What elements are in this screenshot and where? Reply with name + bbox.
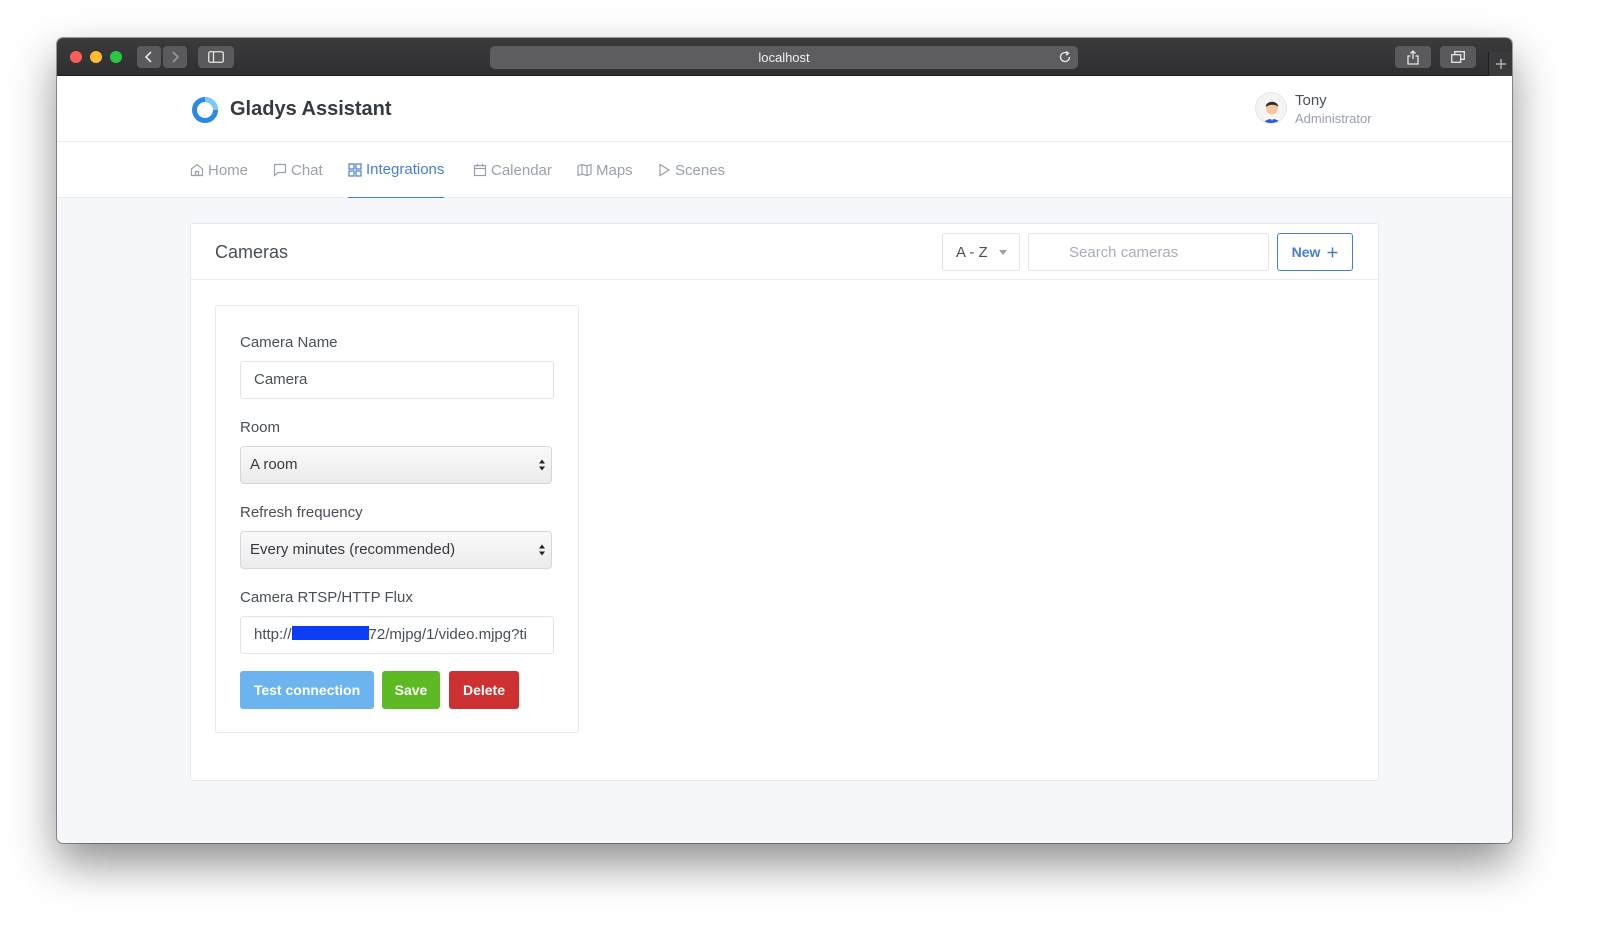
chat-icon (273, 163, 287, 177)
page-title: Cameras (215, 242, 289, 262)
grid-icon (348, 162, 362, 177)
refresh-frequency-label: Refresh frequency (240, 504, 363, 521)
nav-label: Calendar (491, 161, 552, 179)
plus-icon (1327, 247, 1338, 257)
home-icon (190, 163, 204, 177)
nav-item-maps[interactable]: Maps (577, 142, 633, 198)
app-name[interactable]: Gladys Assistant (230, 98, 392, 121)
search-input[interactable] (1028, 233, 1269, 271)
room-select[interactable]: A room (240, 446, 552, 484)
new-button-label: New (1291, 244, 1321, 260)
nav-label: Scenes (675, 161, 726, 179)
new-tab-button[interactable] (1488, 52, 1512, 76)
sidebar-toggle-button[interactable] (198, 46, 234, 68)
url-text: localhost (758, 50, 810, 65)
minimize-window-button[interactable] (90, 51, 102, 63)
nav-item-integrations[interactable]: Integrations (348, 142, 445, 198)
share-button[interactable] (1395, 46, 1431, 68)
chevron-left-icon (144, 51, 152, 63)
plus-icon (1495, 59, 1506, 69)
new-camera-button[interactable]: New (1277, 233, 1353, 271)
nav-item-calendar[interactable]: Calendar (473, 142, 552, 198)
select-arrows-icon (539, 459, 545, 471)
chevron-right-icon (172, 51, 180, 63)
card-header: Cameras A - Z New (191, 224, 1378, 280)
test-connection-button[interactable]: Test connection (240, 671, 374, 709)
room-selected-value: A room (250, 456, 298, 473)
nav-label: Home (208, 161, 249, 179)
tabs-icon (1451, 51, 1465, 63)
sort-dropdown[interactable]: A - Z (942, 233, 1020, 271)
camera-name-label: Camera Name (240, 334, 338, 351)
user-avatar[interactable] (1255, 92, 1287, 124)
avatar-icon (1263, 101, 1281, 123)
room-label: Room (240, 419, 281, 436)
nav-label: Maps (596, 161, 633, 179)
sidebar-icon (208, 51, 224, 63)
address-bar[interactable]: localhost (490, 46, 1078, 69)
refresh-frequency-select[interactable]: Every minutes (recommended) (240, 531, 552, 569)
back-button[interactable] (137, 46, 161, 68)
main-nav: Home Chat Integrations Calendar Maps Sce… (57, 142, 1512, 198)
select-arrows-icon (539, 544, 545, 556)
caret-down-icon (999, 250, 1007, 255)
sort-label: A - Z (956, 243, 988, 261)
delete-button[interactable]: Delete (449, 671, 519, 709)
user-role: Administrator (1295, 111, 1372, 126)
map-icon (577, 163, 592, 177)
close-window-button[interactable] (70, 51, 82, 63)
refresh-selected-value: Every minutes (recommended) (250, 541, 456, 558)
url-suffix: 72/mjpg/1/video.mjpg?ti (368, 626, 527, 643)
nav-label: Integrations (366, 161, 445, 178)
camera-name-input[interactable]: Camera (240, 361, 554, 399)
nav-item-home[interactable]: Home (190, 142, 248, 198)
redacted-block (291, 626, 369, 640)
camera-form-card: Camera Name Camera Room A room Refresh f… (215, 305, 579, 733)
zoom-window-button[interactable] (110, 51, 122, 63)
camera-url-input[interactable]: http:// 72/mjpg/1/video.mjpg?ti (240, 616, 554, 654)
calendar-icon (473, 164, 487, 177)
url-prefix: http:// (254, 626, 292, 643)
nav-item-chat[interactable]: Chat (273, 142, 323, 198)
user-name[interactable]: Tony (1295, 92, 1327, 109)
app-header: Gladys Assistant Tony Administrator (57, 76, 1512, 142)
play-icon (659, 163, 671, 177)
tabs-overview-button[interactable] (1440, 46, 1476, 68)
browser-window: localhost Gladys Assistant Tony Administ… (57, 38, 1512, 843)
browser-toolbar: localhost (57, 38, 1512, 76)
reload-icon[interactable] (1058, 50, 1072, 64)
save-button[interactable]: Save (382, 671, 440, 709)
cameras-card: Cameras A - Z New Camera Name Camera Roo… (190, 223, 1379, 781)
share-icon (1407, 49, 1419, 65)
nav-item-scenes[interactable]: Scenes (658, 142, 725, 198)
nav-label: Chat (291, 161, 323, 179)
camera-url-label: Camera RTSP/HTTP Flux (240, 589, 413, 606)
gladys-logo-icon[interactable] (191, 96, 219, 124)
forward-button[interactable] (163, 46, 187, 68)
